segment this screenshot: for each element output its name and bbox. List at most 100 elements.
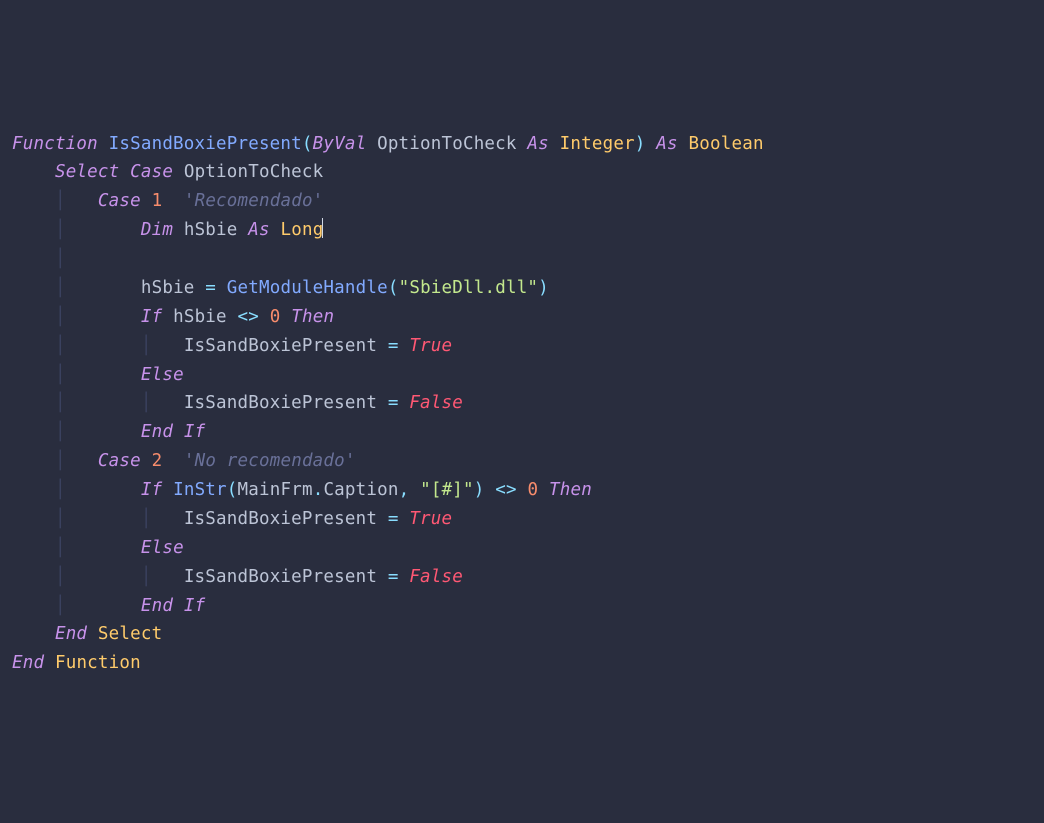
indent-guide bbox=[98, 480, 141, 500]
identifier: IsSandBoxiePresent bbox=[184, 336, 377, 356]
indent-guide bbox=[98, 365, 141, 385]
keyword-if: If bbox=[141, 307, 162, 327]
type-boolean: Boolean bbox=[689, 134, 764, 154]
keyword-end: End bbox=[55, 624, 87, 644]
code-line: End Function bbox=[12, 653, 141, 673]
number-literal: 1 bbox=[152, 191, 163, 211]
code-line: │ Case 2 'No recomendado' bbox=[12, 451, 356, 471]
indent-guide: │ bbox=[55, 336, 98, 356]
indent-guide: │ bbox=[55, 278, 98, 298]
keyword-case: Case bbox=[98, 451, 141, 471]
indent-guide bbox=[12, 162, 55, 182]
code-line: │ Case 1 'Recomendado' bbox=[12, 191, 323, 211]
indent-guide bbox=[12, 509, 55, 529]
indent-guide bbox=[12, 422, 55, 442]
keyword-select: Select bbox=[98, 624, 162, 644]
keyword-select: Select bbox=[55, 162, 119, 182]
code-line: │ End If bbox=[12, 422, 205, 442]
indent-guide bbox=[98, 509, 141, 529]
paren-open: ( bbox=[227, 480, 238, 500]
indent-guide: │ bbox=[55, 249, 98, 269]
code-line: │ bbox=[12, 249, 98, 269]
keyword-function: Function bbox=[12, 134, 98, 154]
indent-guide: │ bbox=[55, 451, 98, 471]
indent-guide bbox=[12, 365, 55, 385]
indent-guide bbox=[12, 336, 55, 356]
identifier: IsSandBoxiePresent bbox=[184, 567, 377, 587]
operator-assign: = bbox=[388, 336, 399, 356]
identifier: hSbie bbox=[184, 220, 238, 240]
number-literal: 2 bbox=[152, 451, 163, 471]
paren-open: ( bbox=[388, 278, 399, 298]
operator-assign: = bbox=[388, 393, 399, 413]
indent-guide bbox=[98, 567, 141, 587]
keyword-as: As bbox=[656, 134, 677, 154]
function-call: InStr bbox=[173, 480, 227, 500]
indent-guide bbox=[98, 596, 141, 616]
indent-guide: │ bbox=[55, 538, 98, 558]
indent-guide bbox=[98, 422, 141, 442]
code-line: │ │ IsSandBoxiePresent = True bbox=[12, 509, 452, 529]
indent-guide: │ bbox=[141, 567, 184, 587]
indent-guide bbox=[12, 567, 55, 587]
type-integer: Integer bbox=[560, 134, 635, 154]
indent-guide bbox=[12, 393, 55, 413]
indent-guide bbox=[12, 451, 55, 471]
indent-guide: │ bbox=[55, 365, 98, 385]
boolean-true: True bbox=[409, 336, 452, 356]
indent-guide: │ bbox=[55, 480, 98, 500]
indent-guide bbox=[98, 393, 141, 413]
code-line: │ Else bbox=[12, 365, 184, 385]
indent-guide: │ bbox=[141, 509, 184, 529]
indent-guide bbox=[12, 596, 55, 616]
operator-neq: <> bbox=[495, 480, 516, 500]
identifier: IsSandBoxiePresent bbox=[184, 393, 377, 413]
indent-guide bbox=[12, 249, 55, 269]
indent-guide bbox=[98, 278, 141, 298]
identifier: OptionToCheck bbox=[184, 162, 324, 182]
code-line: │ │ IsSandBoxiePresent = True bbox=[12, 336, 452, 356]
indent-guide bbox=[98, 220, 141, 240]
indent-guide bbox=[12, 191, 55, 211]
code-line: Function IsSandBoxiePresent(ByVal Option… bbox=[12, 134, 764, 154]
code-line: │ Else bbox=[12, 538, 184, 558]
indent-guide bbox=[12, 624, 55, 644]
code-line: │ If InStr(MainFrm.Caption, "[#]") <> 0 … bbox=[12, 480, 592, 500]
indent-guide bbox=[98, 336, 141, 356]
keyword-if: If bbox=[184, 422, 205, 442]
identifier: Caption bbox=[323, 480, 398, 500]
code-line: │ End If bbox=[12, 596, 205, 616]
type-long: Long bbox=[281, 220, 324, 240]
keyword-as: As bbox=[248, 220, 269, 240]
indent-guide: │ bbox=[55, 567, 98, 587]
identifier: hSbie bbox=[173, 307, 227, 327]
boolean-false: False bbox=[409, 393, 463, 413]
function-call: GetModuleHandle bbox=[227, 278, 388, 298]
identifier: MainFrm bbox=[238, 480, 313, 500]
keyword-function: Function bbox=[55, 653, 141, 673]
indent-guide bbox=[12, 538, 55, 558]
code-line: │ If hSbie <> 0 Then bbox=[12, 307, 334, 327]
indent-guide: │ bbox=[55, 509, 98, 529]
keyword-case: Case bbox=[98, 191, 141, 211]
boolean-true: True bbox=[409, 509, 452, 529]
code-line: │ │ IsSandBoxiePresent = False bbox=[12, 567, 463, 587]
param-name: OptionToCheck bbox=[377, 134, 517, 154]
operator-assign: = bbox=[205, 278, 216, 298]
indent-guide bbox=[12, 220, 55, 240]
code-editor[interactable]: Function IsSandBoxiePresent(ByVal Option… bbox=[12, 130, 1032, 679]
indent-guide bbox=[12, 307, 55, 327]
code-line: End Select bbox=[12, 624, 162, 644]
comment: 'Recomendado' bbox=[184, 191, 324, 211]
dot-operator: . bbox=[313, 480, 324, 500]
identifier: hSbie bbox=[141, 278, 195, 298]
code-line: │ Dim hSbie As Long bbox=[12, 220, 323, 240]
string-literal: "SbieDll.dll" bbox=[399, 278, 539, 298]
keyword-else: Else bbox=[141, 365, 184, 385]
keyword-end: End bbox=[141, 422, 173, 442]
code-line: Select Case OptionToCheck bbox=[12, 162, 323, 182]
indent-guide bbox=[12, 480, 55, 500]
paren-close: ) bbox=[538, 278, 549, 298]
number-literal: 0 bbox=[270, 307, 281, 327]
operator-assign: = bbox=[388, 509, 399, 529]
